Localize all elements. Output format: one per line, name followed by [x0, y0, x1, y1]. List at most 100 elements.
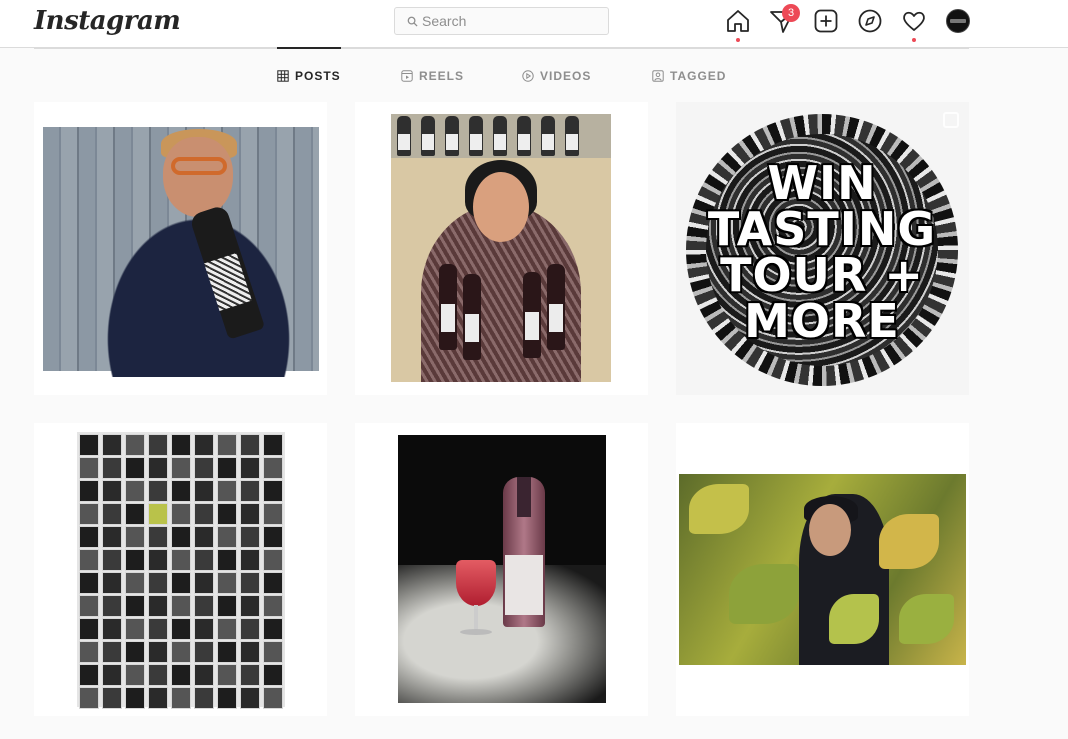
bottle-neck: [517, 477, 531, 517]
wine-label-cell: [217, 664, 237, 686]
explore-icon: [858, 9, 882, 33]
wine-label-cell: [102, 480, 122, 502]
wine-label-cell: [148, 526, 168, 548]
instagram-logo[interactable]: Instagram: [34, 6, 181, 36]
vine-leaf: [729, 564, 799, 624]
promo-text-line: TOUR +: [720, 248, 924, 302]
wine-label-cell: [148, 595, 168, 617]
tab-tagged[interactable]: TAGGED: [652, 69, 726, 83]
post-tile-3[interactable]: WIN TASTING TOUR + MORE: [676, 102, 969, 395]
wine-label-cell: [125, 572, 145, 594]
wine-label-cell: [79, 641, 99, 663]
wine-label-cell: [79, 457, 99, 479]
vine-leaf: [689, 484, 749, 534]
wine-label-cell: [194, 572, 214, 594]
explore-button[interactable]: [857, 8, 883, 34]
home-notification-dot: [736, 38, 740, 42]
post-tile-2[interactable]: [355, 102, 648, 395]
post-image: [43, 127, 319, 377]
search-input[interactable]: [422, 8, 602, 34]
tab-videos-label: VIDEOS: [540, 69, 592, 83]
direct-button[interactable]: 3: [769, 4, 800, 34]
wine-label-cell: [148, 572, 168, 594]
shelf-bottle: [445, 116, 459, 156]
wine-label-cell: [79, 526, 99, 548]
video-icon: [522, 70, 534, 82]
shelf-bottle: [421, 116, 435, 156]
home-button[interactable]: [725, 8, 751, 42]
post-tile-1[interactable]: [34, 102, 327, 395]
search-bar[interactable]: [394, 7, 609, 35]
wine-bottle: [523, 272, 541, 358]
wine-label-cell: [148, 434, 168, 456]
new-post-button[interactable]: [813, 8, 839, 34]
wine-label-cell: [79, 687, 99, 709]
wine-label-cell: [102, 641, 122, 663]
profile-divider: [34, 48, 969, 49]
shelf-bottle: [541, 116, 555, 156]
wine-label-cell: [217, 595, 237, 617]
person-glasses: [171, 157, 227, 175]
post-tile-4[interactable]: [34, 423, 327, 716]
tab-reels[interactable]: REELS: [401, 69, 464, 83]
profile-avatar[interactable]: [946, 9, 970, 33]
promo-text-line: TASTING: [707, 202, 937, 256]
wine-label-cell: [148, 687, 168, 709]
new-post-icon: [814, 9, 838, 33]
wine-label-cell: [125, 549, 145, 571]
wine-label-cell: [263, 434, 283, 456]
post-tile-6[interactable]: [676, 423, 969, 716]
wine-label-cell: [102, 526, 122, 548]
wine-label-cell: [79, 480, 99, 502]
wine-label-cell: [217, 480, 237, 502]
post-tile-5[interactable]: [355, 423, 648, 716]
post-image: [77, 432, 285, 709]
carousel-icon: [943, 112, 959, 128]
wine-label-cell: [125, 664, 145, 686]
wine-label-cell: [102, 664, 122, 686]
wine-label-cell: [240, 572, 260, 594]
wine-label-cell: [102, 434, 122, 456]
shelf-bottle: [397, 116, 411, 156]
vine-leaf: [879, 514, 939, 569]
bottle-label: [505, 555, 543, 615]
wine-label-cell: [194, 503, 214, 525]
wine-label-cell: [125, 641, 145, 663]
wine-label-cell: [240, 641, 260, 663]
wine-label-cell: [79, 549, 99, 571]
wine-label-cell: [240, 687, 260, 709]
search-icon: [407, 16, 418, 27]
wine-label-cell: [240, 457, 260, 479]
wine-label-cell: [217, 434, 237, 456]
promo-text-line: MORE: [744, 294, 900, 348]
wine-label-cell: [240, 618, 260, 640]
active-tab-indicator: [277, 47, 341, 49]
vine-leaf: [899, 594, 954, 644]
wine-label-cell: [79, 434, 99, 456]
wine-label-cell: [171, 434, 191, 456]
heart-icon: [903, 11, 925, 31]
wine-label-cell: [217, 457, 237, 479]
shelf-bottle: [517, 116, 531, 156]
post-image: WIN TASTING TOUR + MORE: [686, 114, 958, 386]
wine-label-cell: [171, 595, 191, 617]
wine-label-cell: [79, 572, 99, 594]
wine-label-cell: [194, 618, 214, 640]
glass-stem: [474, 605, 478, 631]
shelf-bottle: [469, 116, 483, 156]
wine-label-cell: [125, 618, 145, 640]
wine-label-cell: [240, 664, 260, 686]
wine-label-cell: [194, 595, 214, 617]
wine-label-cell: [171, 641, 191, 663]
grid-icon: [277, 70, 289, 82]
wine-label-cell: [263, 641, 283, 663]
person-head: [163, 137, 233, 217]
wine-label-cell: [194, 641, 214, 663]
tab-posts[interactable]: POSTS: [277, 69, 341, 83]
wine-label-cell: [79, 595, 99, 617]
activity-notification-dot: [912, 38, 916, 42]
person-face: [473, 172, 529, 242]
reels-icon: [401, 70, 413, 82]
activity-button[interactable]: [901, 8, 927, 42]
tab-videos[interactable]: VIDEOS: [522, 69, 591, 83]
